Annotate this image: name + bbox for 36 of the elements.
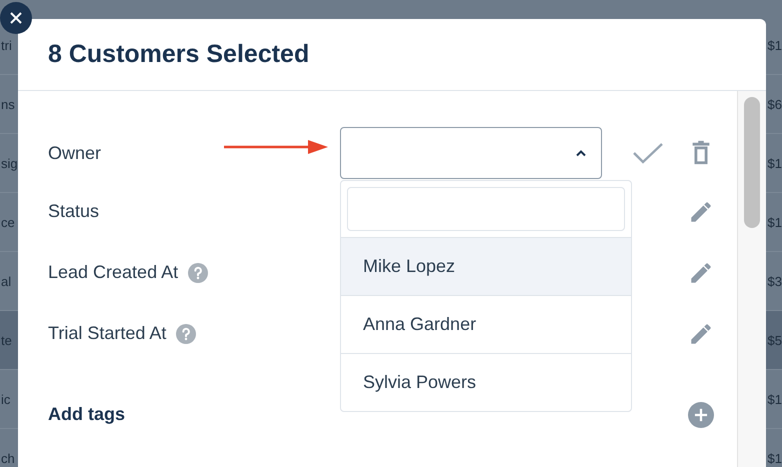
- close-button[interactable]: [0, 2, 32, 34]
- table-cell: ce: [1, 214, 15, 230]
- owner-select[interactable]: [340, 127, 602, 179]
- field-label: Status: [48, 201, 100, 222]
- table-cell: $1: [768, 392, 782, 406]
- table-cell: $1: [768, 450, 782, 466]
- table-cell: $5: [768, 332, 782, 348]
- table-cell: ch: [1, 450, 15, 466]
- table-cell: $6: [768, 96, 782, 112]
- table-cell: ns: [1, 96, 15, 112]
- table-cell: $1: [768, 38, 782, 52]
- table-cell: $3: [768, 274, 782, 288]
- search-field[interactable]: [347, 187, 625, 231]
- help-icon[interactable]: [188, 262, 208, 282]
- field-label: Add tags: [48, 404, 126, 425]
- field-label: Lead Created At: [48, 262, 178, 283]
- field-label: Owner: [48, 142, 102, 164]
- table-cell: $1: [768, 214, 782, 230]
- table-cell: te: [1, 332, 12, 348]
- caret-icon: [575, 149, 587, 157]
- scrollbar-thumb[interactable]: [744, 97, 760, 228]
- dropdown-option[interactable]: Mike Lopez: [341, 238, 631, 296]
- arrow-icon: [224, 140, 328, 154]
- table-cell: ic: [1, 392, 10, 406]
- table-cell: $1: [768, 156, 782, 170]
- table-cell: al: [1, 274, 12, 288]
- close-icon: [10, 12, 22, 24]
- dropdown-option[interactable]: Anna Gardner: [341, 296, 631, 354]
- add-icon[interactable]: [688, 402, 714, 428]
- table-cell: tri: [1, 38, 12, 52]
- table-cell: sig: [1, 156, 18, 170]
- check-icon[interactable]: [632, 141, 664, 165]
- help-icon[interactable]: [176, 324, 196, 344]
- dropdown-option[interactable]: Sylvia Powers: [341, 354, 631, 411]
- dialog-title: 8 Customers Selected: [48, 40, 310, 69]
- field-label: Trial Started At: [48, 323, 166, 344]
